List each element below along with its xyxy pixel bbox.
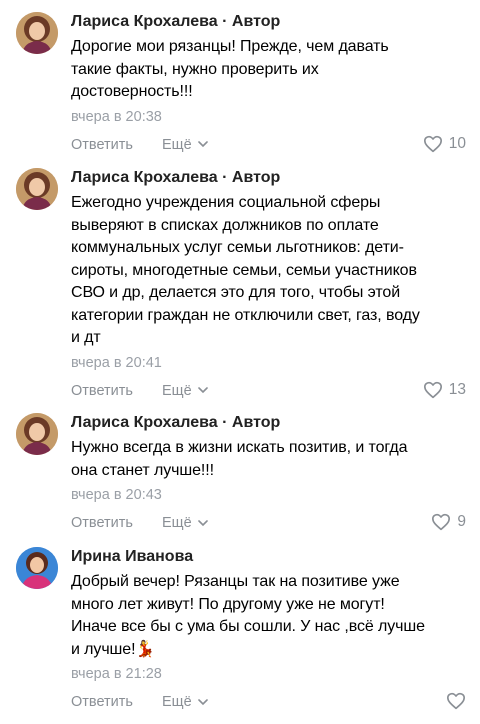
more-label: Ещё <box>162 694 192 710</box>
more-button[interactable]: Ещё <box>162 137 208 153</box>
avatar[interactable] <box>16 413 58 455</box>
comment-text: Дорогие мои рязанцы! Прежде, чем давать … <box>71 38 389 100</box>
more-label: Ещё <box>162 136 192 153</box>
heart-icon <box>447 692 465 710</box>
woman-portrait-avatar-icon <box>16 168 58 210</box>
heart-icon <box>423 381 442 398</box>
like-count: 9 <box>457 513 466 530</box>
comment-time[interactable]: вчера в 20:41 <box>71 353 468 373</box>
comment-time[interactable]: вчера в 20:43 <box>71 485 468 505</box>
comment-author: Лариса Крохалева · Автор <box>71 413 468 433</box>
avatar[interactable] <box>16 547 58 589</box>
comment-text: Добрый вечер! Рязанцы так на позитиве уж… <box>71 573 425 658</box>
woman-portrait-avatar-icon <box>16 413 58 455</box>
author-role: Автор <box>231 414 281 431</box>
like-button[interactable]: 10 <box>423 135 466 153</box>
author-role: Автор <box>231 169 281 186</box>
avatar[interactable] <box>16 168 58 210</box>
more-label: Ещё <box>162 515 192 531</box>
more-button[interactable]: Ещё <box>162 383 208 399</box>
chevron-down-icon <box>197 519 208 526</box>
comment-actions: Ответить Ещё 10 <box>71 135 468 159</box>
author-separator: · <box>222 169 228 186</box>
more-button[interactable]: Ещё <box>162 515 208 531</box>
like-button[interactable]: 9 <box>431 513 466 531</box>
avatar[interactable] <box>16 12 58 54</box>
heart-icon <box>432 513 451 531</box>
author-separator: · <box>222 13 228 30</box>
comment-actions: Ответить Ещё <box>71 692 468 716</box>
author-name[interactable]: Лариса Крохалева <box>71 169 218 186</box>
like-button[interactable]: 13 <box>423 381 466 399</box>
author-name[interactable]: Ирина Иванова <box>71 548 193 565</box>
comment-actions: Ответить Ещё 9 <box>71 513 468 537</box>
chevron-down-icon <box>197 141 208 148</box>
comment-text: Ежегодно учреждения социальной сферы выв… <box>71 194 420 346</box>
author-role: Автор <box>231 13 281 30</box>
chevron-down-icon <box>197 387 208 394</box>
author-separator: · <box>222 414 228 431</box>
reply-button[interactable]: Ответить <box>71 694 133 710</box>
comment-author: Лариса Крохалева · Автор <box>71 168 468 188</box>
comment-author: Ирина Иванова <box>71 547 468 567</box>
reply-button[interactable]: Ответить <box>71 515 133 531</box>
heart-icon <box>423 135 442 152</box>
comment-actions: Ответить Ещё 13 <box>71 381 468 405</box>
comments-feed: Лариса Крохалева · Автор Дорогие мои ряз… <box>0 0 480 724</box>
more-label: Ещё <box>162 382 192 399</box>
reply-button[interactable]: Ответить <box>71 137 133 153</box>
like-count: 13 <box>448 380 466 398</box>
author-name[interactable]: Лариса Крохалева <box>71 414 218 431</box>
comment-text: Нужно всегда в жизни искать позитив, и т… <box>71 439 408 479</box>
like-button[interactable] <box>446 692 466 710</box>
comment-time[interactable]: вчера в 21:28 <box>71 664 468 684</box>
more-button[interactable]: Ещё <box>162 694 208 710</box>
comment-time[interactable]: вчера в 20:38 <box>71 107 468 127</box>
woman-portrait-avatar-icon <box>16 12 58 54</box>
reply-button[interactable]: Ответить <box>71 383 133 399</box>
author-name[interactable]: Лариса Крохалева <box>71 13 218 30</box>
woman-blue-background-avatar-icon <box>16 547 58 589</box>
chevron-down-icon <box>197 698 208 705</box>
comment-author: Лариса Крохалева · Автор <box>71 12 468 32</box>
like-count: 10 <box>448 134 466 152</box>
